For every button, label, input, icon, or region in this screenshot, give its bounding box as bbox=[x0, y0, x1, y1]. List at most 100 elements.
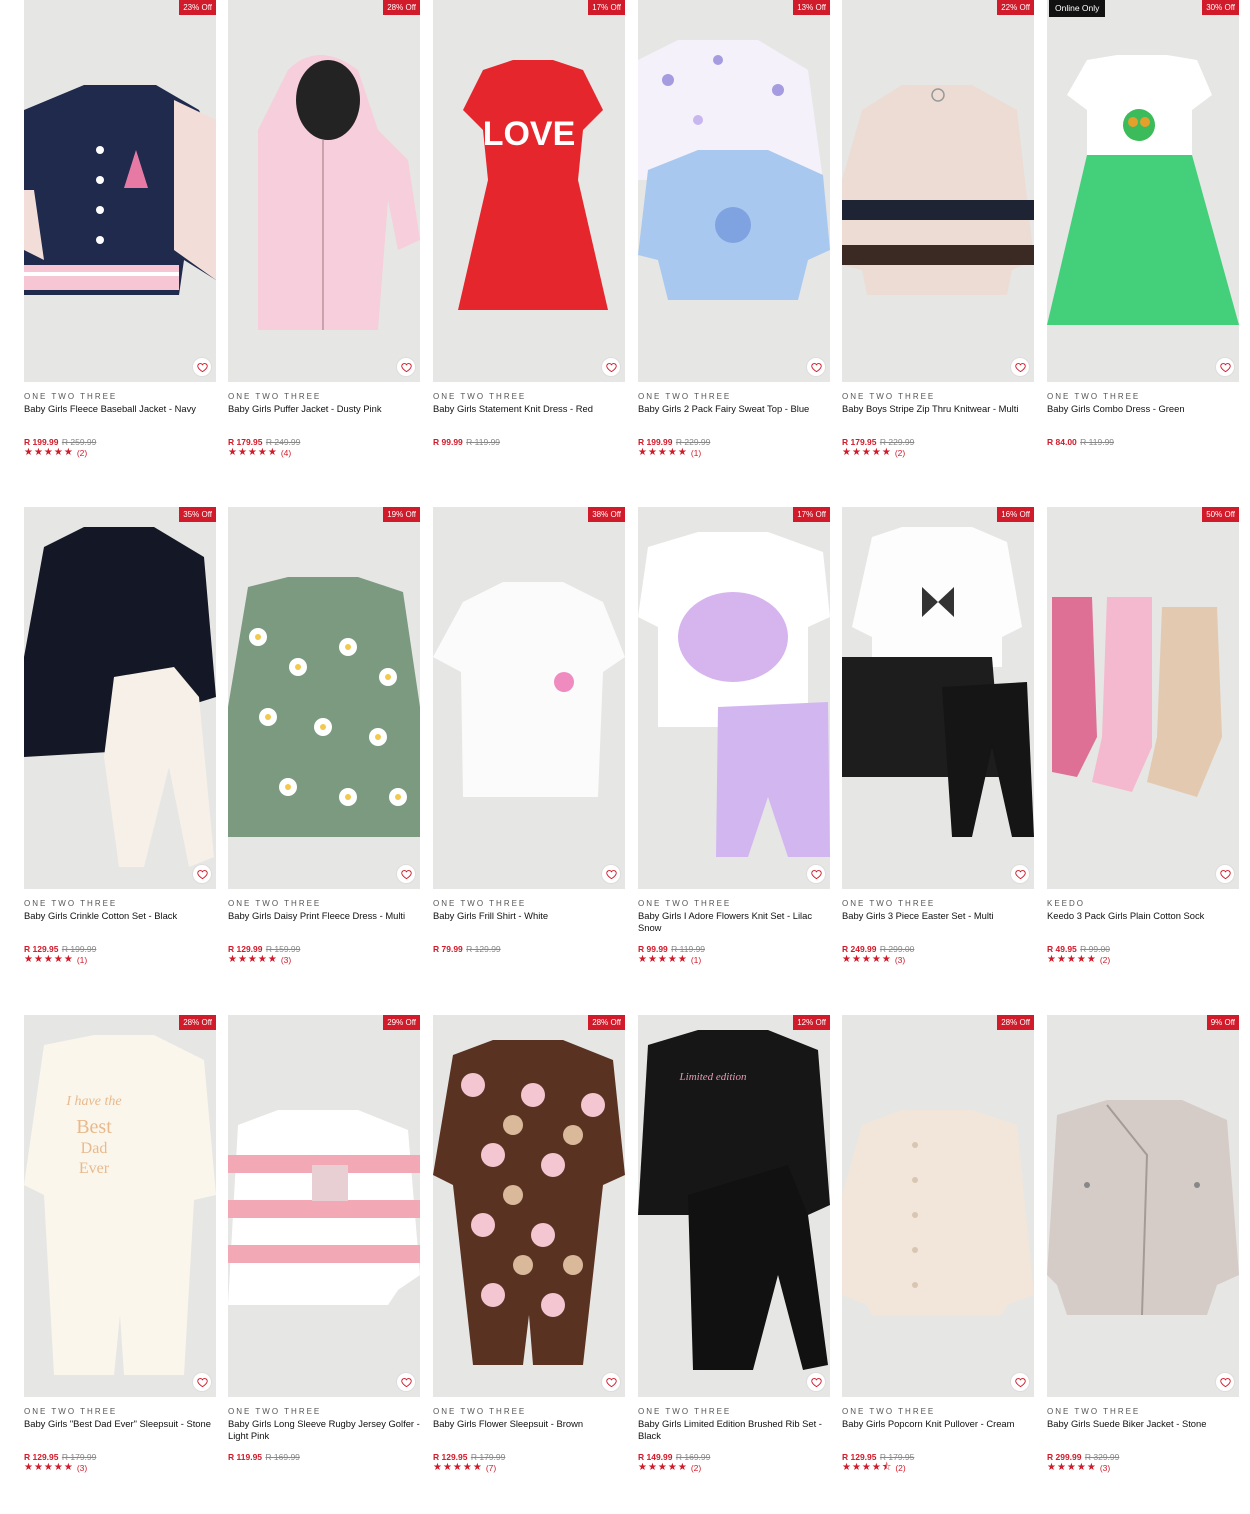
product-brand[interactable]: ONE TWO THREE bbox=[1047, 392, 1239, 402]
product-card[interactable]: LOVE 17% Off ONE TWO THREE Baby Girls St… bbox=[433, 0, 625, 447]
product-image[interactable]: I have the Best Dad Ever 28% Off bbox=[24, 1015, 216, 1397]
product-image[interactable]: 28% Off bbox=[228, 0, 420, 382]
product-card[interactable]: I have the Best Dad Ever 28% Off ONE TWO… bbox=[24, 1015, 216, 1473]
product-image[interactable]: Limited edition 12% Off bbox=[638, 1015, 830, 1397]
product-card[interactable]: 50% Off KEEDO Keedo 3 Pack Girls Plain C… bbox=[1047, 507, 1239, 965]
wishlist-heart-icon[interactable] bbox=[601, 1372, 621, 1392]
product-title[interactable]: Baby Girls Crinkle Cotton Set - Black bbox=[24, 910, 216, 934]
product-card[interactable]: 38% Off ONE TWO THREE Baby Girls Frill S… bbox=[433, 507, 625, 954]
product-image[interactable]: 9% Off bbox=[1047, 1015, 1239, 1397]
product-title[interactable]: Baby Girls Fleece Baseball Jacket - Navy bbox=[24, 403, 216, 427]
product-title[interactable]: Baby Girls 3 Piece Easter Set - Multi bbox=[842, 910, 1034, 934]
product-title[interactable]: Baby Girls Puffer Jacket - Dusty Pink bbox=[228, 403, 420, 427]
product-brand[interactable]: KEEDO bbox=[1047, 899, 1239, 909]
product-image[interactable]: 17% Off bbox=[638, 507, 830, 889]
product-brand[interactable]: ONE TWO THREE bbox=[842, 899, 1034, 909]
wishlist-heart-icon[interactable] bbox=[806, 864, 826, 884]
product-card[interactable]: 22% Off ONE TWO THREE Baby Boys Stripe Z… bbox=[842, 0, 1034, 458]
wishlist-heart-icon[interactable] bbox=[1010, 1372, 1030, 1392]
product-title[interactable]: Baby Girls Daisy Print Fleece Dress - Mu… bbox=[228, 910, 420, 934]
product-image[interactable]: 28% Off bbox=[842, 1015, 1034, 1397]
product-brand[interactable]: ONE TWO THREE bbox=[638, 1407, 830, 1417]
product-card[interactable]: 29% Off ONE TWO THREE Baby Girls Long Sl… bbox=[228, 1015, 420, 1462]
product-image[interactable]: 13% Off bbox=[638, 0, 830, 382]
wishlist-heart-icon[interactable] bbox=[1215, 864, 1235, 884]
wishlist-heart-icon[interactable] bbox=[806, 357, 826, 377]
product-image[interactable]: 29% Off bbox=[228, 1015, 420, 1397]
wishlist-heart-icon[interactable] bbox=[1010, 357, 1030, 377]
star-rating-icon: ★★★★★ bbox=[24, 447, 74, 458]
product-card[interactable]: 9% Off ONE TWO THREE Baby Girls Suede Bi… bbox=[1047, 1015, 1239, 1473]
original-price: R 299.00 bbox=[879, 944, 915, 954]
original-price: R 249.99 bbox=[265, 437, 301, 447]
product-brand[interactable]: ONE TWO THREE bbox=[842, 392, 1034, 402]
review-count: (2) bbox=[76, 448, 88, 458]
product-image[interactable]: 22% Off bbox=[842, 0, 1034, 382]
product-title[interactable]: Baby Girls "Best Dad Ever" Sleepsuit - S… bbox=[24, 1418, 216, 1442]
product-brand[interactable]: ONE TWO THREE bbox=[1047, 1407, 1239, 1417]
wishlist-heart-icon[interactable] bbox=[192, 864, 212, 884]
product-card[interactable]: 19% Off ONE TWO THREE Baby Girls Daisy P… bbox=[228, 507, 420, 965]
product-brand[interactable]: ONE TWO THREE bbox=[24, 1407, 216, 1417]
wishlist-heart-icon[interactable] bbox=[396, 864, 416, 884]
product-brand[interactable]: ONE TWO THREE bbox=[228, 899, 420, 909]
product-image[interactable]: 23% Off bbox=[24, 0, 216, 382]
product-title[interactable]: Baby Girls 2 Pack Fairy Sweat Top - Blue bbox=[638, 403, 830, 427]
wishlist-heart-icon[interactable] bbox=[601, 357, 621, 377]
discount-badge: 13% Off bbox=[793, 0, 830, 15]
product-image[interactable]: 38% Off bbox=[433, 507, 625, 889]
product-image[interactable]: Online Only 30% Off bbox=[1047, 0, 1239, 382]
product-brand[interactable]: ONE TWO THREE bbox=[24, 899, 216, 909]
product-brand[interactable]: ONE TWO THREE bbox=[433, 899, 625, 909]
product-card[interactable]: 28% Off ONE TWO THREE Baby Girls Puffer … bbox=[228, 0, 420, 458]
product-title[interactable]: Baby Girls Limited Edition Brushed Rib S… bbox=[638, 1418, 830, 1442]
wishlist-heart-icon[interactable] bbox=[396, 357, 416, 377]
price-row: R 179.95 R 229.99 bbox=[842, 437, 1034, 447]
wishlist-heart-icon[interactable] bbox=[806, 1372, 826, 1392]
original-price: R 159.99 bbox=[265, 944, 301, 954]
product-card[interactable]: 17% Off ONE TWO THREE Baby Girls I Adore… bbox=[638, 507, 830, 965]
product-title[interactable]: Baby Girls Suede Biker Jacket - Stone bbox=[1047, 1418, 1239, 1442]
wishlist-heart-icon[interactable] bbox=[601, 864, 621, 884]
sale-price: R 84.00 bbox=[1047, 437, 1077, 447]
product-card[interactable]: Online Only 30% Off ONE TWO THREE Baby G… bbox=[1047, 0, 1239, 447]
product-brand[interactable]: ONE TWO THREE bbox=[433, 392, 625, 402]
product-title[interactable]: Baby Girls Combo Dress - Green bbox=[1047, 403, 1239, 427]
wishlist-heart-icon[interactable] bbox=[1215, 357, 1235, 377]
star-rating-icon: ★★★★★ bbox=[24, 1462, 74, 1473]
product-image[interactable]: 28% Off bbox=[433, 1015, 625, 1397]
product-card[interactable]: Limited edition 12% Off ONE TWO THREE Ba… bbox=[638, 1015, 830, 1473]
product-title[interactable]: Baby Girls Statement Knit Dress - Red bbox=[433, 403, 625, 427]
product-card[interactable]: 16% Off ONE TWO THREE Baby Girls 3 Piece… bbox=[842, 507, 1034, 965]
wishlist-heart-icon[interactable] bbox=[192, 1372, 212, 1392]
product-brand[interactable]: ONE TWO THREE bbox=[24, 392, 216, 402]
product-brand[interactable]: ONE TWO THREE bbox=[228, 392, 420, 402]
product-brand[interactable]: ONE TWO THREE bbox=[638, 392, 830, 402]
product-card[interactable]: 23% Off ONE TWO THREE Baby Girls Fleece … bbox=[24, 0, 216, 458]
sale-price: R 179.95 bbox=[842, 437, 877, 447]
product-card[interactable]: 28% Off ONE TWO THREE Baby Girls Flower … bbox=[433, 1015, 625, 1473]
wishlist-heart-icon[interactable] bbox=[1215, 1372, 1235, 1392]
product-image[interactable]: 35% Off bbox=[24, 507, 216, 889]
wishlist-heart-icon[interactable] bbox=[1010, 864, 1030, 884]
product-title[interactable]: Keedo 3 Pack Girls Plain Cotton Sock bbox=[1047, 910, 1239, 934]
product-brand[interactable]: ONE TWO THREE bbox=[228, 1407, 420, 1417]
product-brand[interactable]: ONE TWO THREE bbox=[433, 1407, 625, 1417]
product-image[interactable]: 19% Off bbox=[228, 507, 420, 889]
product-title[interactable]: Baby Girls Long Sleeve Rugby Jersey Golf… bbox=[228, 1418, 420, 1442]
product-card[interactable]: 13% Off ONE TWO THREE Baby Girls 2 Pack … bbox=[638, 0, 830, 458]
product-title[interactable]: Baby Girls Popcorn Knit Pullover - Cream bbox=[842, 1418, 1034, 1442]
product-image[interactable]: 16% Off bbox=[842, 507, 1034, 889]
product-card[interactable]: 35% Off ONE TWO THREE Baby Girls Crinkle… bbox=[24, 507, 216, 965]
product-title[interactable]: Baby Girls I Adore Flowers Knit Set - Li… bbox=[638, 910, 830, 934]
product-title[interactable]: Baby Girls Flower Sleepsuit - Brown bbox=[433, 1418, 625, 1442]
product-image[interactable]: LOVE 17% Off bbox=[433, 0, 625, 382]
wishlist-heart-icon[interactable] bbox=[396, 1372, 416, 1392]
product-title[interactable]: Baby Boys Stripe Zip Thru Knitwear - Mul… bbox=[842, 403, 1034, 427]
product-image[interactable]: 50% Off bbox=[1047, 507, 1239, 889]
product-brand[interactable]: ONE TWO THREE bbox=[842, 1407, 1034, 1417]
product-brand[interactable]: ONE TWO THREE bbox=[638, 899, 830, 909]
product-title[interactable]: Baby Girls Frill Shirt - White bbox=[433, 910, 625, 934]
wishlist-heart-icon[interactable] bbox=[192, 357, 212, 377]
product-card[interactable]: 28% Off ONE TWO THREE Baby Girls Popcorn… bbox=[842, 1015, 1034, 1473]
